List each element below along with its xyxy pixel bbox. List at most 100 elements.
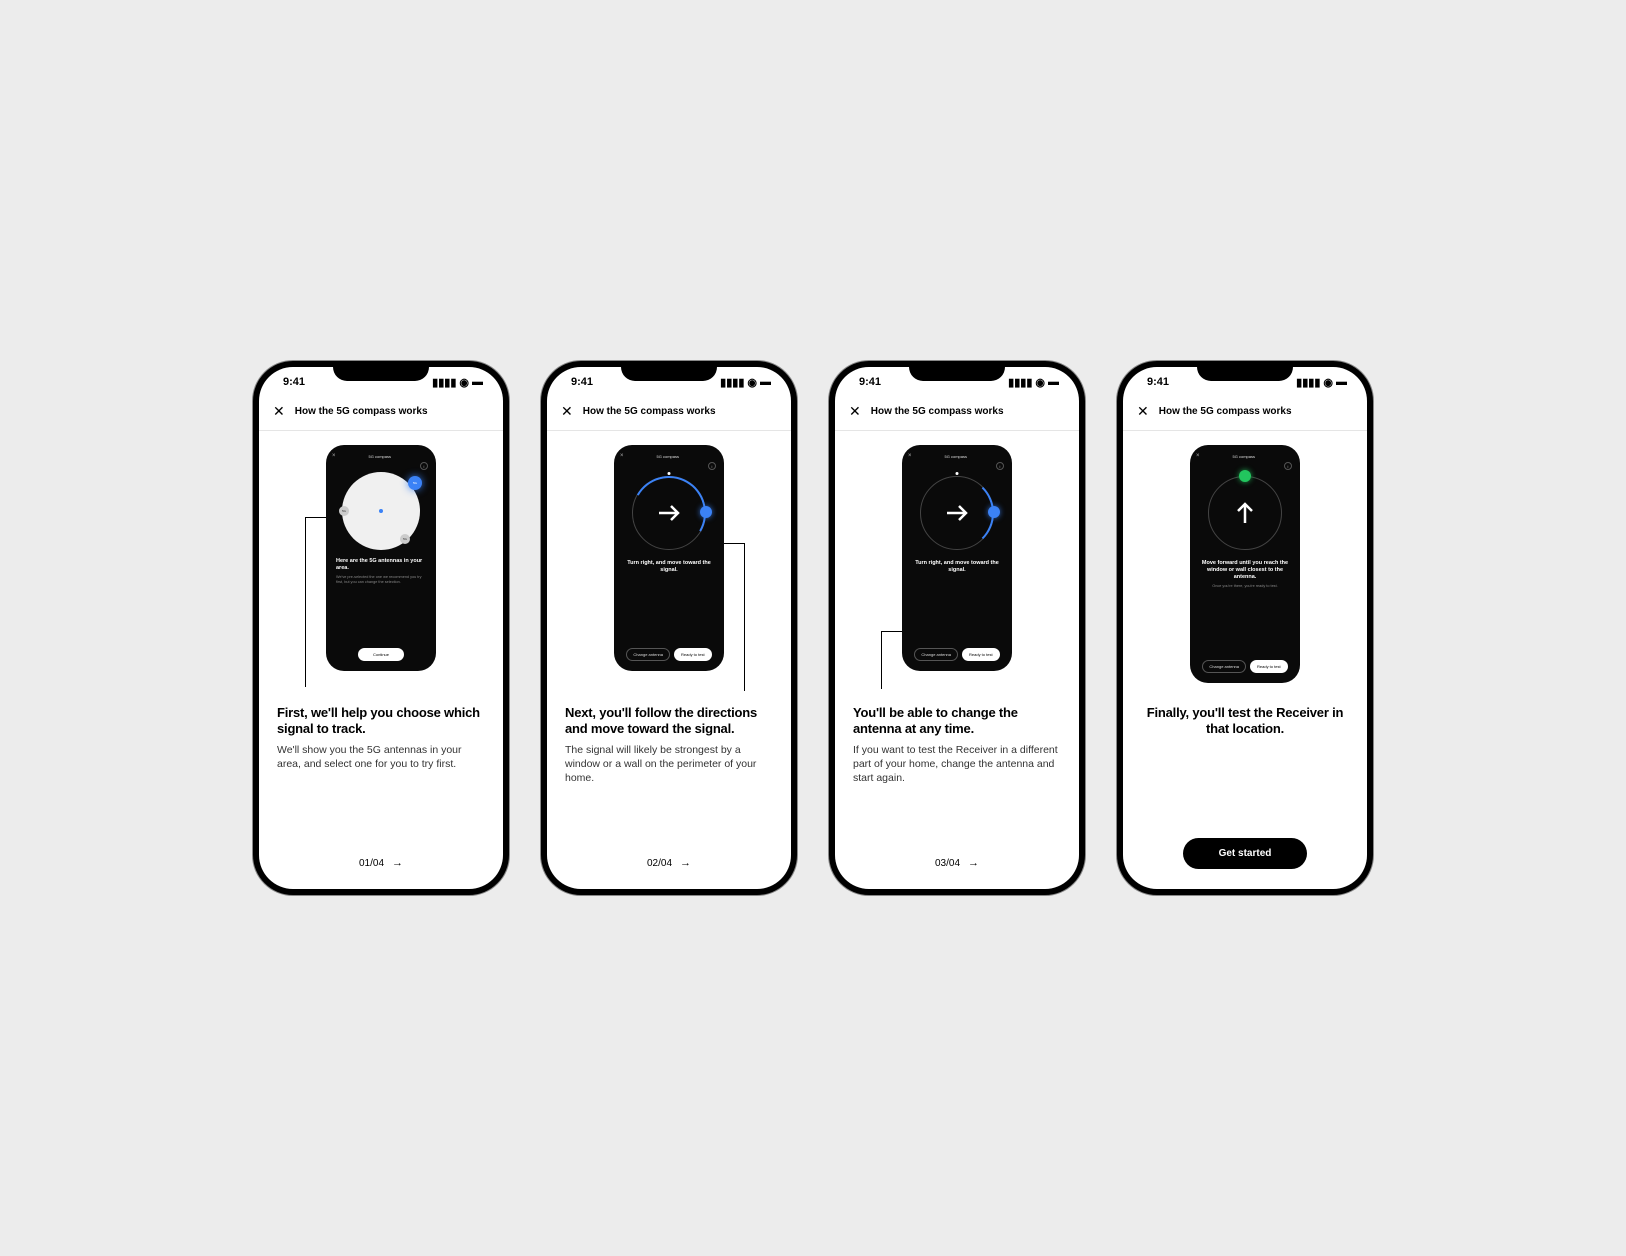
- mini-info-icon: i: [420, 462, 428, 470]
- pager[interactable]: 02/04 →: [565, 837, 773, 869]
- mini-compass: [1208, 476, 1282, 550]
- wifi-icon: ◉: [1323, 376, 1333, 389]
- notch: [1197, 361, 1293, 381]
- mini-continue-button: Continue: [358, 648, 404, 661]
- mini-sub: Once you're there, you're ready to test.: [1200, 584, 1290, 589]
- signal-icon: ▮▮▮▮: [1008, 376, 1032, 389]
- mini-title: 5G compass: [657, 454, 679, 459]
- antenna-pin: 5G: [400, 534, 410, 544]
- antenna-pin-selected: 5G: [408, 476, 422, 490]
- mini-close-icon: ×: [1196, 453, 1200, 459]
- step-heading: Next, you'll follow the directions and m…: [565, 705, 773, 738]
- compass-target-dot-success: [1239, 470, 1251, 482]
- content: × 5G compass i: [547, 431, 791, 889]
- header: ✕ How the 5G compass works: [259, 397, 503, 431]
- status-icons: ▮▮▮▮ ◉ ▬: [720, 376, 771, 389]
- status-time: 9:41: [571, 376, 593, 388]
- content: × 5G compass i Move forward unt: [1123, 431, 1367, 889]
- notch: [909, 361, 1005, 381]
- screen: 9:41 ▮▮▮▮ ◉ ▬ ✕ How the 5G compass works…: [259, 367, 503, 889]
- mini-info-icon: i: [708, 462, 716, 470]
- illustration: × 5G compass i 5G 5G 5G Here are the 5G …: [277, 445, 485, 695]
- notch: [333, 361, 429, 381]
- phone-mockup-2: 9:41 ▮▮▮▮ ◉ ▬ ✕ How the 5G compass works…: [541, 361, 797, 895]
- page-title: How the 5G compass works: [583, 406, 716, 417]
- mini-ready-button: Ready to test: [1250, 660, 1288, 673]
- pager-label: 03/04: [935, 858, 960, 869]
- pager[interactable]: 03/04 →: [853, 837, 1061, 869]
- status-icons: ▮▮▮▮ ◉ ▬: [432, 376, 483, 389]
- wifi-icon: ◉: [747, 376, 757, 389]
- battery-icon: ▬: [1336, 376, 1347, 388]
- header: ✕ How the 5G compass works: [1123, 397, 1367, 431]
- mini-info-icon: i: [996, 462, 1004, 470]
- screen: 9:41 ▮▮▮▮ ◉ ▬ ✕ How the 5G compass works…: [547, 367, 791, 889]
- compass-arrow-up-icon: [1208, 476, 1282, 550]
- mini-change-antenna-button: Change antenna: [1202, 660, 1246, 673]
- antenna-pin: 5G: [339, 506, 349, 516]
- mini-compass: [632, 476, 706, 550]
- mini-map: 5G 5G 5G: [342, 472, 420, 550]
- illustration: × 5G compass i: [853, 445, 1061, 695]
- close-icon[interactable]: ✕: [1137, 403, 1149, 420]
- step-heading: Finally, you'll test the Receiver in tha…: [1141, 705, 1349, 738]
- status-time: 9:41: [283, 376, 305, 388]
- phone-mockup-4: 9:41 ▮▮▮▮ ◉ ▬ ✕ How the 5G compass works…: [1117, 361, 1373, 895]
- mini-ready-button: Ready to test: [674, 648, 712, 661]
- arrow-right-icon: →: [680, 857, 691, 869]
- illustration: × 5G compass i: [565, 445, 773, 695]
- header: ✕ How the 5G compass works: [835, 397, 1079, 431]
- mini-sub: We've pre-selected the one we recommend …: [336, 575, 426, 585]
- mini-ready-button: Ready to test: [962, 648, 1000, 661]
- phone-mockup-3: 9:41 ▮▮▮▮ ◉ ▬ ✕ How the 5G compass works…: [829, 361, 1085, 895]
- mini-info-icon: i: [1284, 462, 1292, 470]
- compass-target-dot: [988, 506, 1000, 518]
- mini-heading: Turn right, and move toward the signal.: [624, 560, 714, 574]
- mini-title: 5G compass: [369, 454, 391, 459]
- status-time: 9:41: [1147, 376, 1169, 388]
- screen: 9:41 ▮▮▮▮ ◉ ▬ ✕ How the 5G compass works…: [1123, 367, 1367, 889]
- content: × 5G compass i 5G 5G 5G Here are the 5G …: [259, 431, 503, 889]
- mini-close-icon: ×: [620, 453, 624, 459]
- page-title: How the 5G compass works: [1159, 406, 1292, 417]
- mini-phone: × 5G compass i Move forward unt: [1190, 445, 1300, 683]
- wifi-icon: ◉: [1035, 376, 1045, 389]
- compass-target-dot: [700, 506, 712, 518]
- arrow-right-icon: →: [392, 857, 403, 869]
- notch: [621, 361, 717, 381]
- pager-label: 01/04: [359, 858, 384, 869]
- compass-arrow-right-icon: [920, 476, 994, 550]
- arrow-right-icon: →: [968, 857, 979, 869]
- step-heading: You'll be able to change the antenna at …: [853, 705, 1061, 738]
- compass-arrow-right-icon: [632, 476, 706, 550]
- mini-phone: × 5G compass i: [902, 445, 1012, 671]
- close-icon[interactable]: ✕: [273, 403, 285, 420]
- close-icon[interactable]: ✕: [561, 403, 573, 420]
- mini-heading: Move forward until you reach the window …: [1200, 560, 1290, 581]
- status-time: 9:41: [859, 376, 881, 388]
- mini-change-antenna-button: Change antenna: [914, 648, 958, 661]
- get-started-button[interactable]: Get started: [1183, 838, 1308, 869]
- mini-compass: [920, 476, 994, 550]
- step-body: If you want to test the Receiver in a di…: [853, 743, 1061, 786]
- signal-icon: ▮▮▮▮: [1296, 376, 1320, 389]
- battery-icon: ▬: [472, 376, 483, 388]
- mini-heading: Here are the 5G antennas in your area.: [336, 558, 426, 572]
- mini-phone: × 5G compass i: [614, 445, 724, 671]
- content: × 5G compass i: [835, 431, 1079, 889]
- page-title: How the 5G compass works: [871, 406, 1004, 417]
- pager[interactable]: 01/04 →: [277, 837, 485, 869]
- step-heading: First, we'll help you choose which signa…: [277, 705, 485, 738]
- mini-phone: × 5G compass i 5G 5G 5G Here are the 5G …: [326, 445, 436, 671]
- mini-title: 5G compass: [1233, 454, 1255, 459]
- battery-icon: ▬: [760, 376, 771, 388]
- pager-label: 02/04: [647, 858, 672, 869]
- step-body: We'll show you the 5G antennas in your a…: [277, 743, 485, 771]
- wifi-icon: ◉: [459, 376, 469, 389]
- mini-change-antenna-button: Change antenna: [626, 648, 670, 661]
- status-icons: ▮▮▮▮ ◉ ▬: [1008, 376, 1059, 389]
- illustration: × 5G compass i Move forward unt: [1141, 445, 1349, 695]
- battery-icon: ▬: [1048, 376, 1059, 388]
- page-title: How the 5G compass works: [295, 406, 428, 417]
- close-icon[interactable]: ✕: [849, 403, 861, 420]
